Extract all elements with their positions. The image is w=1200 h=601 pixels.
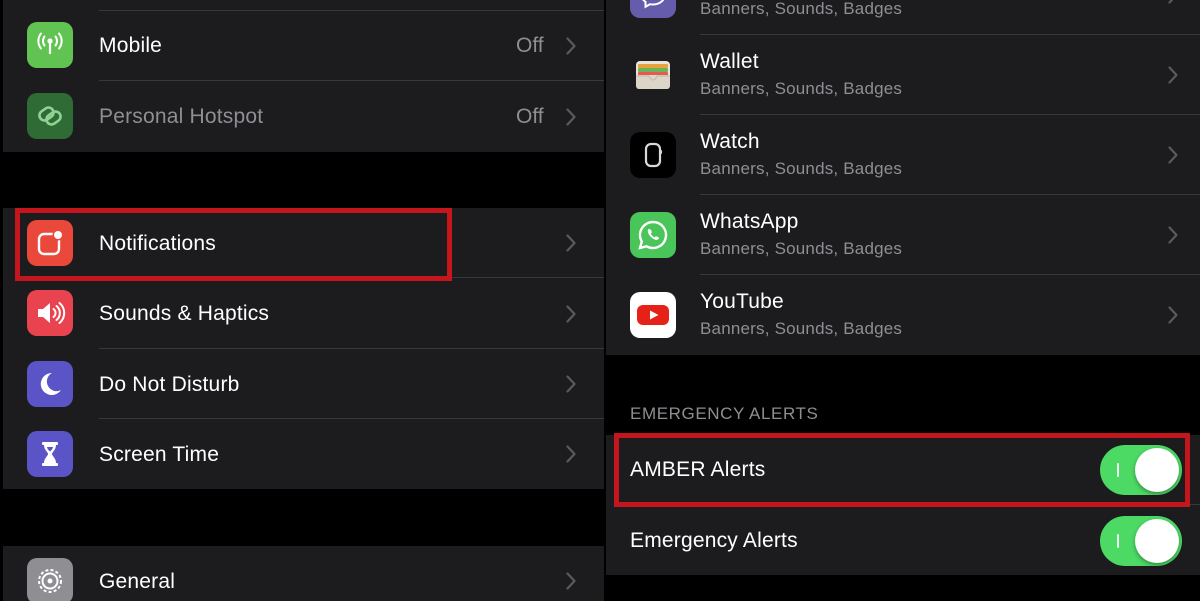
app-row-youtube[interactable]: YouTube Banners, Sounds, Badges — [606, 275, 1200, 355]
settings-list-panel: Mobile Off Personal Hotspot Off Notifica… — [0, 0, 604, 601]
notifications-icon — [27, 220, 73, 266]
amber-alerts-label: AMBER Alerts — [630, 458, 766, 481]
notifications-panel: Banners, Sounds, Badges Wallet Banners, … — [606, 0, 1200, 601]
emergency-alerts-toggle[interactable] — [1100, 516, 1182, 566]
settings-row-do-not-disturb[interactable]: Do Not Disturb — [3, 349, 604, 419]
watch-icon — [630, 132, 676, 178]
app-row-watch[interactable]: Watch Banners, Sounds, Badges — [606, 115, 1200, 195]
settings-row-screen-time[interactable]: Screen Time — [3, 419, 604, 489]
youtube-icon — [630, 292, 676, 338]
settings-row-notifications[interactable]: Notifications — [3, 208, 604, 278]
wallet-subtitle: Banners, Sounds, Badges — [700, 79, 903, 98]
messenger-app-icon — [630, 0, 676, 18]
whatsapp-icon — [630, 212, 676, 258]
mobile-label: Mobile — [99, 34, 163, 57]
chevron-right-icon — [1168, 306, 1178, 324]
gear-icon — [27, 558, 73, 601]
sounds-haptics-label: Sounds & Haptics — [99, 302, 270, 325]
chevron-right-icon — [566, 305, 576, 323]
emergency-alerts-label: Emergency Alerts — [630, 529, 798, 552]
app-row-messenger[interactable]: Banners, Sounds, Badges — [606, 0, 1200, 35]
general-group: General — [3, 546, 604, 601]
personal-hotspot-label: Personal Hotspot — [99, 105, 264, 128]
youtube-subtitle: Banners, Sounds, Badges — [700, 319, 903, 338]
chevron-right-icon — [566, 37, 576, 55]
chevron-right-icon — [1168, 146, 1178, 164]
amber-alerts-toggle[interactable] — [1100, 445, 1182, 495]
settings-row-general[interactable]: General — [3, 546, 604, 601]
settings-row-mobile[interactable]: Mobile Off — [3, 11, 604, 81]
app-notifications-list: Banners, Sounds, Badges Wallet Banners, … — [606, 0, 1200, 355]
screen-time-label: Screen Time — [99, 443, 220, 466]
amber-alerts-row: AMBER Alerts — [606, 435, 1200, 505]
whatsapp-label: WhatsApp — [700, 210, 799, 233]
toggle-knob — [1135, 448, 1179, 492]
toggle-knob — [1135, 519, 1179, 563]
youtube-label: YouTube — [700, 290, 784, 313]
app-row-whatsapp[interactable]: WhatsApp Banners, Sounds, Badges — [606, 195, 1200, 275]
wallet-label: Wallet — [700, 50, 759, 73]
messenger-subtitle: Banners, Sounds, Badges — [700, 0, 903, 18]
whatsapp-subtitle: Banners, Sounds, Badges — [700, 239, 903, 258]
emergency-alerts-group: AMBER Alerts Emergency Alerts — [606, 435, 1200, 575]
antenna-icon — [27, 22, 73, 68]
moon-icon — [27, 361, 73, 407]
app-row-wallet[interactable]: Wallet Banners, Sounds, Badges — [606, 35, 1200, 115]
emergency-alerts-section-header: EMERGENCY ALERTS — [630, 404, 819, 423]
connectivity-group: Mobile Off Personal Hotspot Off — [3, 0, 604, 152]
notifications-group: Notifications Sounds & Haptics Do Not Di… — [3, 208, 604, 489]
chevron-right-icon — [566, 234, 576, 252]
wallet-icon — [630, 52, 676, 98]
chevron-right-icon — [566, 375, 576, 393]
hotspot-link-icon — [27, 93, 73, 139]
chevron-right-icon — [1168, 66, 1178, 84]
emergency-alerts-row: Emergency Alerts — [606, 505, 1200, 575]
watch-subtitle: Banners, Sounds, Badges — [700, 159, 903, 178]
speaker-icon — [27, 290, 73, 336]
settings-row-personal-hotspot[interactable]: Personal Hotspot Off — [3, 81, 604, 152]
settings-row-sounds-haptics[interactable]: Sounds & Haptics — [3, 278, 604, 349]
chevron-right-icon — [1168, 226, 1178, 244]
toggle-on-indicator — [1117, 463, 1119, 477]
chevron-right-icon — [566, 572, 576, 590]
chevron-right-icon — [566, 445, 576, 463]
watch-label: Watch — [700, 130, 760, 153]
hourglass-icon — [27, 431, 73, 477]
personal-hotspot-value: Off — [516, 105, 544, 128]
chevron-right-icon — [566, 108, 576, 126]
row-top-edge — [3, 0, 604, 11]
do-not-disturb-label: Do Not Disturb — [99, 373, 240, 396]
toggle-on-indicator — [1117, 534, 1119, 548]
general-label: General — [99, 570, 176, 593]
notifications-label: Notifications — [99, 232, 216, 255]
mobile-value: Off — [516, 34, 544, 57]
chevron-right-icon — [1168, 0, 1178, 4]
